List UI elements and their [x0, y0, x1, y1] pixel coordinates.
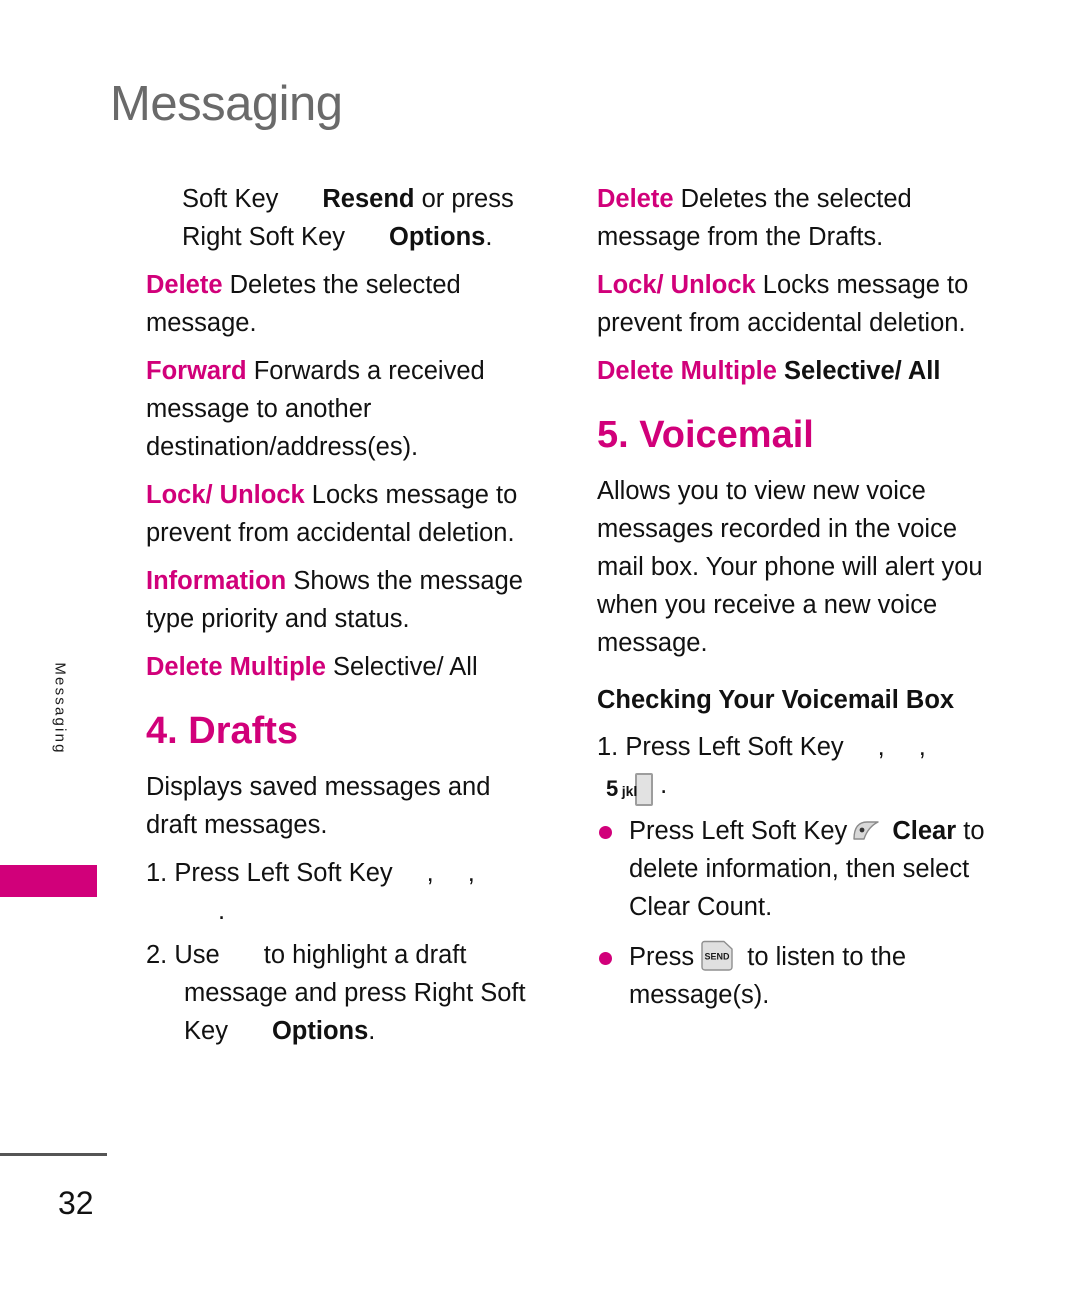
bullet-text: Press Left Soft Key [629, 816, 848, 845]
soft-key-icon [844, 737, 878, 757]
side-tab-label: Messaging [51, 662, 69, 755]
number-key-5-icon: 5 jkl [606, 773, 653, 806]
step-period: . [218, 897, 226, 925]
menu-item-term: Delete [146, 271, 223, 299]
send-key-icon: SEND [698, 939, 736, 973]
step-comma: , [426, 859, 434, 887]
step-text: Press Left Soft Key [625, 733, 844, 761]
soft-key-icon [278, 189, 322, 209]
footer-divider [0, 1153, 107, 1156]
number-key-letters: jkl [621, 783, 638, 799]
menu-item-term: Delete Multiple [146, 653, 326, 681]
menu-item-desc: Selective/ All [333, 653, 478, 681]
soft-key-icon [345, 227, 389, 247]
svg-text:SEND: SEND [705, 951, 731, 961]
continued-line2-bold: Options [389, 223, 486, 251]
continued-line1-post: or press [414, 185, 514, 213]
section-body-voicemail: Allows you to view new voice messages re… [597, 477, 983, 657]
menu-item-term: Delete Multiple [597, 357, 777, 385]
step-comma: , [877, 733, 885, 761]
right-column: Delete Deletes the selected message from… [597, 180, 1002, 1026]
menu-item: Delete Deletes the selected message. [146, 266, 546, 342]
continued-line1-pre: Soft Key [182, 185, 279, 213]
bullet-bold: Clear [892, 816, 957, 845]
section-body-drafts: Displays saved messages and draft messag… [146, 773, 491, 839]
menu-item-term: Information [146, 567, 287, 595]
menu-item: Lock/ Unlock Locks message to prevent fr… [146, 476, 546, 552]
section-heading-voicemail: 5. Voicemail [597, 414, 814, 456]
step-text: Use [174, 941, 220, 969]
step-item: 1. Press Left Soft Key,, . [146, 854, 546, 930]
bullet-item: Press SEND to listen to the message(s). [597, 938, 1002, 1014]
bullet-text: Press [629, 942, 695, 971]
soft-key-icon [850, 816, 882, 840]
menu-item-desc: Selective/ All [784, 357, 941, 385]
menu-item-term: Lock/ Unlock [597, 271, 756, 299]
page-title: Messaging [110, 77, 343, 131]
soft-key-icon [393, 863, 427, 883]
menu-item-term: Lock/ Unlock [146, 481, 305, 509]
side-tab-marker [0, 865, 97, 897]
step-number: 1. [146, 859, 168, 887]
menu-item: Delete Deletes the selected message from… [597, 180, 1002, 256]
menu-item: Forward Forwards a received message to a… [146, 352, 546, 466]
continued-line2-pre: Right Soft Key [182, 223, 345, 251]
menu-icon [885, 737, 919, 757]
menu-item: Delete Multiple Selective/ All [146, 648, 546, 686]
bullet-dot-icon [599, 951, 612, 965]
left-column: Soft Key Resend or press Right Soft Key Op… [146, 180, 546, 1056]
section-heading-drafts: 4. Drafts [146, 710, 299, 752]
step-item: 1. Press Left Soft Key,, 5 jkl . [597, 728, 1002, 806]
menu-item: Lock/ Unlock Locks message to prevent fr… [597, 266, 1002, 342]
bullet-dot-icon [599, 825, 612, 839]
step-comma: , [918, 733, 926, 761]
continued-line2-post: . [485, 223, 493, 251]
step-item: 2. Use to highlight a draft message and p… [146, 936, 546, 1050]
page-number: 32 [58, 1185, 94, 1221]
step-period: . [660, 771, 668, 799]
step-period: . [368, 1017, 376, 1045]
menu-item-term: Delete [597, 185, 674, 213]
step-number: 2. [146, 941, 168, 969]
step-text: Press Left Soft Key [174, 859, 393, 887]
menu-item: Delete Multiple Selective/ All [597, 352, 1002, 390]
bullet-item: Press Left Soft Key Clear to delete info… [597, 812, 1002, 926]
continued-entry: Soft Key Resend or press Right Soft Key Op… [146, 180, 546, 256]
soft-key-icon [228, 1021, 272, 1041]
menu-item: Information Shows the message type prior… [146, 562, 546, 638]
menu-icon [434, 863, 468, 883]
step-number: 1. [597, 733, 619, 761]
step-comma: , [467, 859, 475, 887]
step-bold: Options [271, 1017, 369, 1045]
number-key-digit: 5 [606, 776, 619, 801]
navigation-key-icon [220, 945, 264, 965]
menu-item-term: Forward [146, 357, 247, 385]
sub-heading-checking-voicemail: Checking Your Voicemail Box [597, 686, 955, 714]
drafts-icon [184, 901, 218, 921]
continued-line1-bold: Resend [322, 185, 415, 213]
